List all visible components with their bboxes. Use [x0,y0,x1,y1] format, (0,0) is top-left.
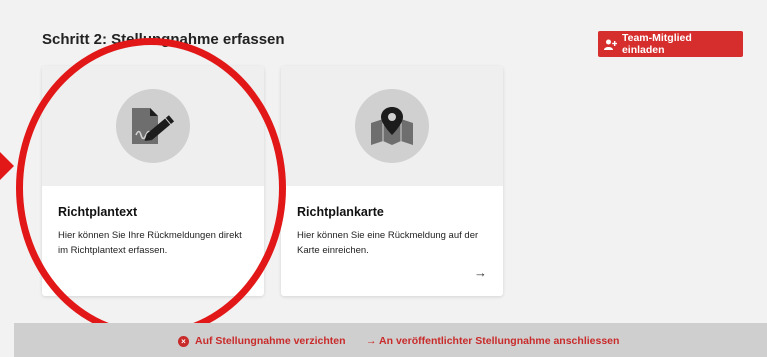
join-label: → An veröffentlichter Stellungnahme ansc… [366,335,620,347]
waive-label: Auf Stellungnahme verzichten [195,335,346,347]
join-statement-link[interactable]: → An veröffentlichter Stellungnahme ansc… [366,335,619,347]
invite-team-member-button[interactable]: Team-Mitglied einladen [598,31,743,57]
annotation-arrow [0,152,14,180]
invite-button-label: Team-Mitglied einladen [621,32,692,56]
card-title: Richtplankarte [297,205,384,219]
arrow-right-icon[interactable]: → [474,265,487,280]
card-media [281,66,503,186]
card-richtplankarte[interactable]: Richtplankarte Hier können Sie eine Rück… [281,66,503,296]
waive-statement-link[interactable]: × Auf Stellungnahme verzichten [178,335,346,347]
icon-circle [355,89,429,163]
card-description: Hier können Sie eine Rückmeldung auf der… [297,230,479,256]
close-circle-icon: × [178,335,189,347]
map-pin-icon [371,107,413,145]
user-plus-icon [604,39,617,50]
annotation-circle [16,38,286,338]
